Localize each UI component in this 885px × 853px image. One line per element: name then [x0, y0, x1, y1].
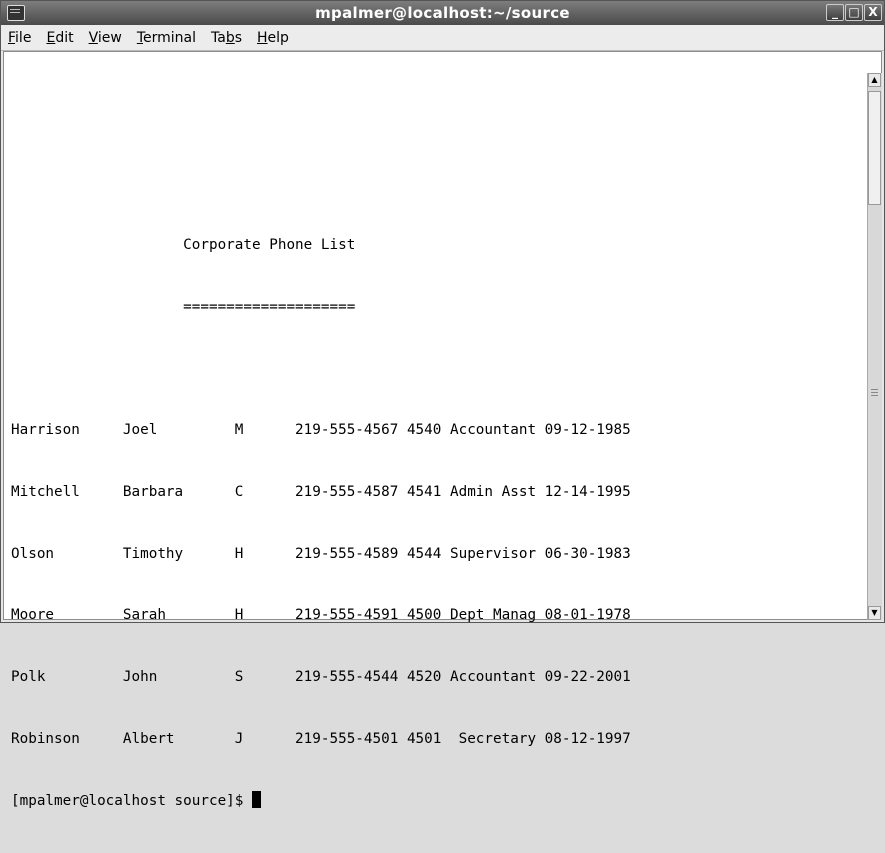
window-title: mpalmer@localhost:~/source [315, 4, 570, 22]
menu-tabs-prefix: Ta [211, 29, 226, 46]
terminal-line: Polk John S 219-555-4544 4520 Accountant… [11, 669, 631, 686]
terminal-line: ==================== [11, 298, 356, 315]
terminal-line: Robinson Albert J 219-555-4501 4501 Secr… [11, 731, 631, 747]
menu-terminal-rest: erminal [143, 29, 196, 46]
prompt-line: [mpalmer@localhost source]$ [11, 790, 864, 812]
terminal-line: Corporate Phone List [11, 236, 356, 253]
terminal-window: mpalmer@localhost:~/source _ □ X File Ed… [0, 0, 885, 809]
scroll-grip-icon [871, 389, 878, 390]
menu-bar: File Edit View Terminal Tabs Help [1, 25, 884, 51]
menu-edit-mnemonic: E [46, 29, 56, 46]
menu-edit-rest: dit [55, 29, 74, 46]
menu-terminal[interactable]: Terminal [137, 30, 196, 46]
menu-tabs-rest: s [234, 29, 243, 46]
menu-file[interactable]: File [8, 30, 31, 46]
minimize-icon[interactable]: _ [826, 4, 844, 21]
menu-view-mnemonic: V [88, 29, 98, 46]
title-bar[interactable]: mpalmer@localhost:~/source _ □ X [1, 1, 884, 26]
vertical-scrollbar[interactable]: ▲ ▼ [867, 73, 882, 620]
terminal-screen[interactable]: Corporate Phone List ===================… [11, 70, 864, 809]
menu-view-rest: iew [97, 29, 122, 46]
close-icon[interactable]: X [864, 4, 882, 21]
maximize-icon[interactable]: □ [845, 4, 863, 21]
menu-edit[interactable]: Edit [46, 30, 73, 46]
menu-file-mnemonic: F [8, 29, 16, 46]
menu-tabs-mnemonic: b [225, 29, 235, 46]
scroll-up-icon[interactable]: ▲ [868, 73, 881, 87]
window-controls: _ □ X [826, 4, 882, 21]
text-cursor [252, 790, 262, 808]
scroll-down-icon[interactable]: ▼ [868, 606, 881, 620]
shell-prompt: [mpalmer@localhost source]$ [11, 792, 253, 809]
terminal-line: Harrison Joel M 219-555-4567 4540 Accoun… [11, 422, 631, 439]
terminal-line: Mitchell Barbara C 219-555-4587 4541 Adm… [11, 483, 631, 500]
menu-help[interactable]: Help [257, 30, 289, 46]
menu-tabs[interactable]: Tabs [211, 30, 242, 46]
menu-help-rest: elp [267, 29, 289, 46]
menu-help-mnemonic: H [257, 29, 268, 46]
menu-view[interactable]: View [89, 30, 122, 46]
menu-file-rest: ile [15, 29, 32, 46]
scroll-thumb[interactable] [868, 91, 881, 205]
terminal-line: Olson Timothy H 219-555-4589 4544 Superv… [11, 545, 631, 562]
